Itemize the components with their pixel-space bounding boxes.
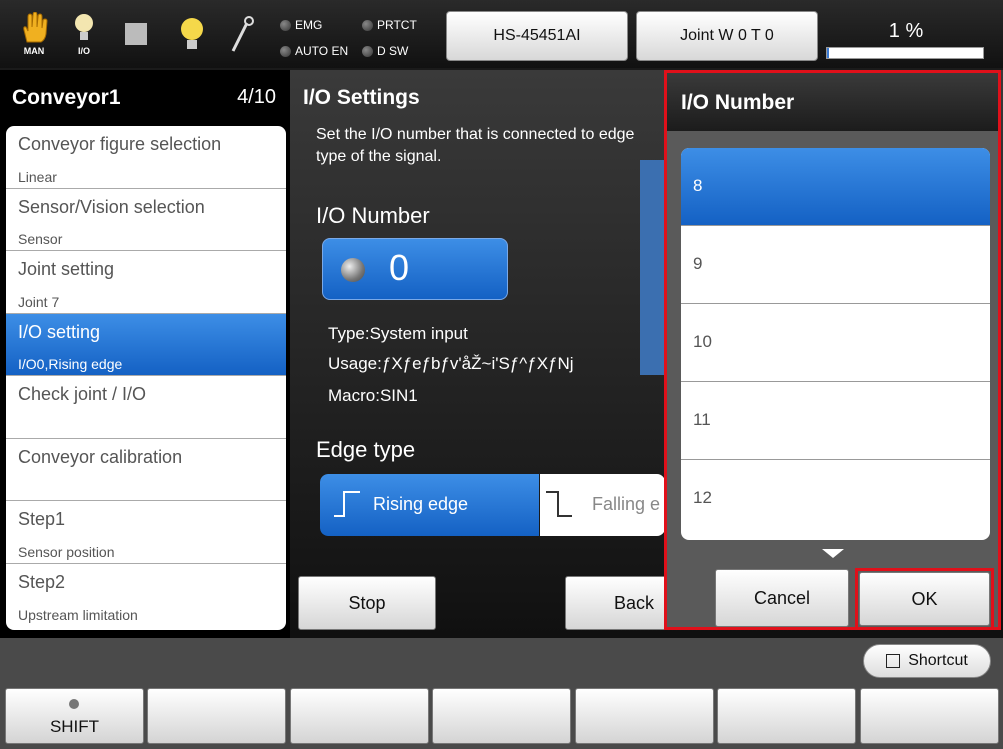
bottom-bar: Shortcut SHIFT <box>0 638 1003 749</box>
manual-mode-hand-icon[interactable]: MAN <box>12 6 56 62</box>
step-list: Conveyor figure selection Linear Sensor/V… <box>6 126 286 630</box>
top-status-bar: MAN I/O EMG PRTCT AUTO EN D SW HS-45451A… <box>0 0 1003 68</box>
emg-status: EMG <box>280 18 322 32</box>
step-title: Conveyor figure selection <box>18 134 222 154</box>
step-item-step2[interactable]: Step2 Upstream limitation <box>6 564 286 627</box>
speed-percent: 1 % <box>888 20 924 42</box>
io-option[interactable]: 9 <box>681 226 990 304</box>
falling-edge-option[interactable]: Falling e <box>540 474 665 536</box>
manual-mode-label: MAN <box>23 46 45 56</box>
auto-en-status: AUTO EN <box>280 44 348 58</box>
edge-type-heading: Edge type <box>316 437 416 462</box>
step-title: Conveyor calibration <box>18 446 183 467</box>
step-item-conveyor-figure[interactable]: Conveyor figure selection Linear <box>6 126 286 189</box>
function-key-5[interactable] <box>575 688 714 744</box>
io-bulb-icon[interactable]: I/O <box>62 6 106 62</box>
io-number-dialog: I/O Number 8 9 10 11 12 Cancel OK <box>664 70 1001 630</box>
io-option[interactable]: 11 <box>681 382 990 460</box>
function-key-3[interactable] <box>290 688 429 744</box>
io-status-led-icon <box>341 258 365 282</box>
step-title: Step1 <box>18 509 66 529</box>
step-title: Sensor/Vision selection <box>18 196 205 217</box>
d-sw-label: D SW <box>377 44 409 58</box>
shortcut-icon <box>886 654 901 668</box>
dialog-header: I/O Number <box>667 73 998 131</box>
shift-led-icon <box>69 699 79 709</box>
step-sub: Joint 7 <box>18 293 60 310</box>
io-number-heading: I/O Number <box>316 203 430 228</box>
function-key-4[interactable] <box>432 688 571 744</box>
io-usage: Usage:ƒXƒeƒbƒv'åŽ~i'Sƒ^ƒXƒNj <box>328 354 574 373</box>
prtct-label: PRTCT <box>377 18 417 32</box>
io-type: Type:System input <box>328 324 468 343</box>
rising-edge-icon <box>334 491 360 517</box>
prtct-status: PRTCT <box>362 18 417 32</box>
sidebar: Conveyor1 4/10 Conveyor figure selection… <box>0 70 290 638</box>
shortcut-button[interactable]: Shortcut <box>863 644 991 678</box>
page-title: I/O Settings <box>303 86 420 109</box>
io-label: I/O <box>77 46 90 56</box>
emg-led-icon <box>280 19 291 31</box>
page-description: Set the I/O number that is connected to … <box>316 126 635 165</box>
step-item-io-setting[interactable]: I/O setting I/O0,Rising edge <box>6 313 286 376</box>
step-title: Joint setting <box>18 259 115 279</box>
io-option[interactable]: 10 <box>681 304 990 382</box>
coord-mode-button[interactable]: Joint W 0 T 0 <box>636 11 818 61</box>
shift-key[interactable]: SHIFT <box>5 688 144 744</box>
io-option[interactable]: 12 <box>681 460 990 538</box>
function-key-7[interactable] <box>860 688 999 744</box>
sidebar-title: Conveyor1 <box>12 86 121 109</box>
step-sub: I/O0,Rising edge <box>18 356 123 372</box>
ok-button[interactable]: OK <box>859 572 990 626</box>
step-title: Check joint / I/O <box>18 384 147 404</box>
function-key-2[interactable] <box>147 688 286 744</box>
cancel-button[interactable]: Cancel <box>715 569 849 627</box>
step-item-check-joint-io[interactable]: Check joint / I/O <box>6 376 286 439</box>
wrench-icon[interactable] <box>220 6 264 62</box>
d-sw-status: D SW <box>362 44 408 58</box>
step-item-joint-setting[interactable]: Joint setting Joint 7 <box>6 251 286 314</box>
io-option[interactable]: 8 <box>681 148 990 226</box>
prtct-led-icon <box>362 19 373 31</box>
step-sub: Linear <box>18 168 57 185</box>
step-title: I/O setting <box>18 321 101 342</box>
d-sw-led-icon <box>362 45 373 57</box>
io-macro: Macro:SIN1 <box>328 386 418 405</box>
step-sub: Sensor position <box>18 543 115 560</box>
io-number-field[interactable]: 0 <box>322 238 508 300</box>
shortcut-label: Shortcut <box>908 652 968 669</box>
auto-en-led-icon <box>280 45 291 57</box>
scroll-down-arrow-icon[interactable] <box>822 549 844 558</box>
emg-label: EMG <box>295 18 323 32</box>
stop-square-icon[interactable] <box>114 6 158 62</box>
speed-bar[interactable] <box>826 47 984 59</box>
rising-edge-label: Rising edge <box>373 494 469 514</box>
function-key-6[interactable] <box>717 688 856 744</box>
falling-edge-label: Falling e <box>592 494 661 514</box>
step-item-sensor-vision[interactable]: Sensor/Vision selection Sensor <box>6 189 286 251</box>
dialog-title: I/O Number <box>681 91 795 114</box>
falling-edge-icon <box>546 491 572 517</box>
auto-en-label: AUTO EN <box>295 44 349 58</box>
stop-button[interactable]: Stop <box>298 576 436 630</box>
step-sub: Sensor <box>18 231 63 247</box>
robot-model-button[interactable]: HS-45451AI <box>446 11 628 61</box>
sidebar-step-count: 4/10 <box>237 86 276 108</box>
rising-edge-option[interactable]: Rising edge <box>320 474 539 536</box>
step-item-step1[interactable]: Step1 Sensor position <box>6 501 286 564</box>
step-item-conveyor-calibration[interactable]: Conveyor calibration <box>6 439 286 501</box>
io-number-value: 0 <box>389 247 410 288</box>
lamp-bulb-icon[interactable] <box>170 6 214 62</box>
step-sub: Upstream limitation <box>18 607 138 623</box>
step-title: Step2 <box>18 571 66 592</box>
speed-bar-fill <box>827 48 829 58</box>
shift-label: SHIFT <box>49 717 100 736</box>
io-number-list[interactable]: 8 9 10 11 12 <box>681 148 990 540</box>
edge-type-selector: Rising edge Falling e <box>320 474 665 536</box>
